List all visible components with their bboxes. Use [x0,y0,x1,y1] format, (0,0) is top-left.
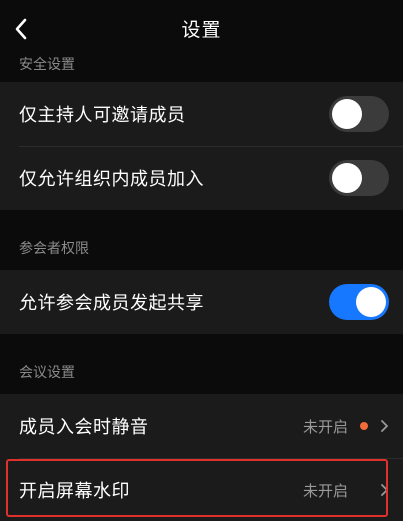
page-title: 设置 [181,18,222,41]
host-invite-toggle[interactable] [329,96,389,132]
row-right: 未开启 [303,480,389,501]
setting-row-mute-on-join[interactable]: 成员入会时静音 未开启 [0,394,403,458]
meeting-group: 成员入会时静音 未开启 开启屏幕水印 未开启 [0,394,403,521]
setting-label: 开启屏幕水印 [19,481,130,502]
security-group: 仅主持人可邀请成员 仅允许组织内成员加入 [0,82,403,210]
setting-row-org-only[interactable]: 仅允许组织内成员加入 [0,146,403,210]
toggle-knob [332,163,362,193]
status-value: 未开启 [302,417,348,436]
row-right: 未开启 [303,416,389,437]
toggle-knob [356,287,386,317]
chevron-right-icon [380,483,389,497]
setting-row-watermark[interactable]: 开启屏幕水印 未开启 [0,458,403,521]
settings-screen: 设置 安全设置 仅主持人可邀请成员 仅允许组织内成员加入 参会者权限 允许参会成… [0,0,403,521]
section-label-meeting: 会议设置 [19,365,75,381]
setting-label: 成员入会时静音 [19,417,149,438]
allow-share-toggle[interactable] [329,284,389,320]
setting-row-allow-share[interactable]: 允许参会成员发起共享 [0,270,403,334]
status-value: 未开启 [302,481,348,500]
setting-label: 仅主持人可邀请成员 [19,105,186,126]
chevron-right-icon [380,419,389,433]
chevron-left-icon [15,18,27,40]
participants-group: 允许参会成员发起共享 [0,270,403,334]
section-label-security: 安全设置 [19,57,75,73]
toggle-knob [332,99,362,129]
nav-bar: 设置 [0,0,403,56]
back-button[interactable] [14,12,54,46]
section-label-participants: 参会者权限 [19,241,89,257]
setting-label: 允许参会成员发起共享 [19,293,204,314]
new-badge-dot [360,422,368,430]
org-only-toggle[interactable] [329,160,389,196]
setting-row-host-invite[interactable]: 仅主持人可邀请成员 [0,82,403,146]
setting-label: 仅允许组织内成员加入 [19,169,204,190]
